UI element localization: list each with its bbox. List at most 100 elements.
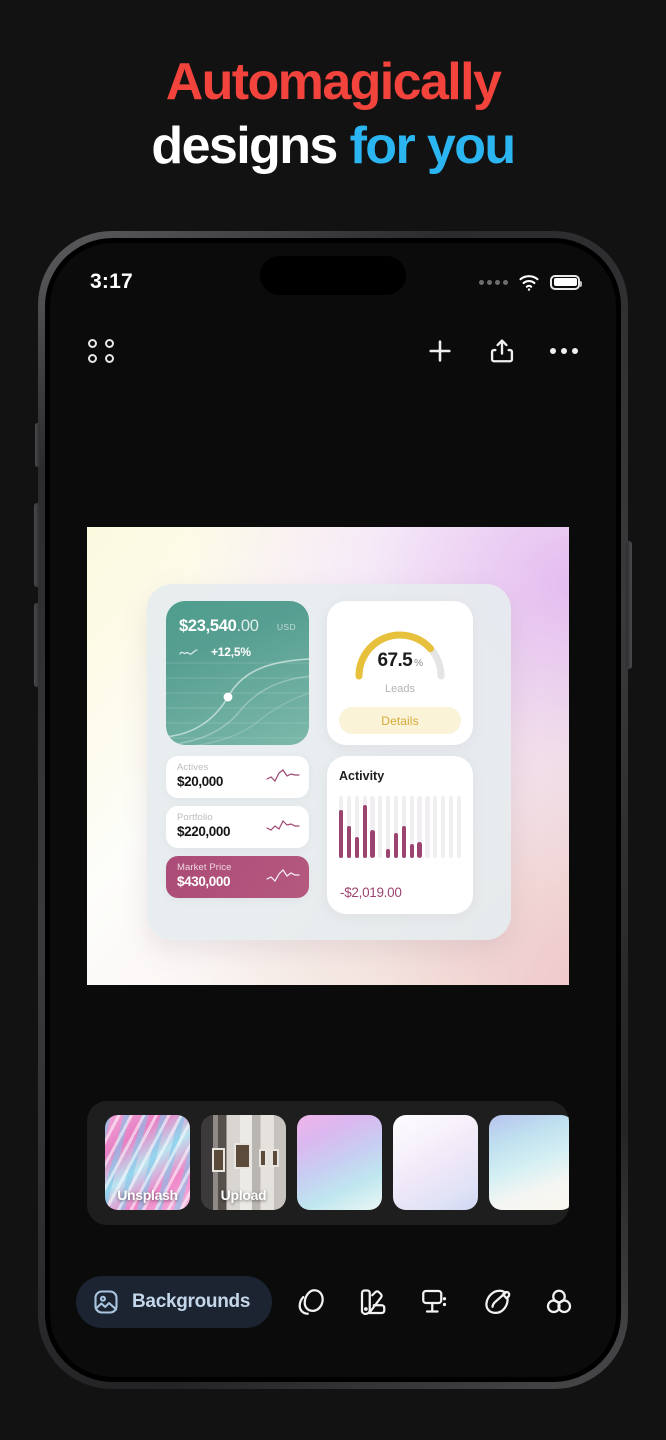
gauge-value: 67.5% (377, 650, 424, 671)
brush-icon[interactable] (482, 1287, 512, 1317)
headline-line-2-blue: for you (349, 117, 517, 175)
image-icon (92, 1288, 120, 1316)
activity-bar-fill (393, 833, 399, 858)
thumbnail-gradient-2[interactable] (393, 1115, 478, 1210)
activity-bar-track (440, 796, 446, 858)
activity-bar-fill (386, 849, 391, 858)
bottom-tab-bar: Backgrounds (50, 1267, 616, 1337)
activity-bar (339, 796, 344, 858)
gauge-label: Leads (385, 683, 415, 695)
activity-bar-track (378, 796, 383, 858)
activity-bar (401, 796, 406, 858)
activity-bar (456, 796, 461, 858)
sparkline-icon (266, 769, 300, 783)
activity-bar (354, 796, 359, 858)
stats-column: Actives $20,000 Portfolio $220,000 Marke… (166, 745, 309, 914)
more-horizontal-icon[interactable] (549, 347, 578, 355)
sparkline-icon (266, 819, 300, 831)
activity-card: Activity -$2,019.00 (327, 756, 473, 914)
power-button[interactable] (626, 541, 632, 669)
balance-card: $23,540.00 USD +12,5% (166, 601, 309, 745)
headline-line-1: Automagically (165, 53, 502, 111)
dashboard-left-column: $23,540.00 USD +12,5% (166, 601, 309, 745)
activity-bar (409, 796, 414, 858)
tab-backgrounds-label: Backgrounds (132, 1291, 251, 1312)
design-canvas[interactable]: $23,540.00 USD +12,5% 67.5 % Leads Detai… (87, 527, 569, 985)
thumbnail-gradient-3[interactable] (489, 1115, 569, 1210)
device-mockup-icon[interactable] (420, 1287, 450, 1317)
activity-bar-track (425, 796, 430, 858)
balance-line-chart (166, 658, 309, 745)
tab-backgrounds[interactable]: Backgrounds (76, 1276, 273, 1328)
activity-bar (433, 796, 438, 858)
tab-bar-items (272, 1287, 590, 1317)
activity-total: -$2,019.00 (340, 885, 402, 900)
activity-bar-fill (401, 825, 406, 858)
wifi-icon (517, 270, 541, 294)
activity-bar (425, 796, 430, 858)
activity-bar-track (448, 796, 454, 858)
dashboard-top-row: $23,540.00 USD +12,5% 67.5 % Leads Detai… (166, 601, 492, 745)
status-clock: 3:17 (90, 270, 133, 293)
activity-column: Activity -$2,019.00 (327, 745, 473, 914)
activity-bar-chart (339, 796, 461, 858)
activity-bar-track (456, 796, 461, 858)
background-thumbnail-strip[interactable]: Unsplash Upload (105, 1115, 569, 1211)
volume-down-button[interactable] (34, 603, 40, 687)
thumbnail-upload[interactable]: Upload (201, 1115, 286, 1210)
activity-bar (346, 796, 352, 858)
activity-bar (386, 796, 391, 858)
balance-currency: USD (276, 622, 296, 632)
plus-icon[interactable] (426, 337, 454, 365)
phone-frame: 3:17 $23,540.00 USD +12,5% 67.5 % Leads … (34, 231, 632, 1389)
headline-line-2: designs for you (0, 120, 666, 172)
dynamic-island (260, 256, 406, 295)
share-icon[interactable] (488, 337, 516, 365)
activity-bar-fill (354, 836, 359, 858)
gallery-picture (259, 1149, 267, 1167)
stat-row-portfolio: Portfolio $220,000 (166, 806, 309, 848)
dashboard-bottom-row: Actives $20,000 Portfolio $220,000 Marke… (166, 745, 492, 914)
promo-headline: Automagically designs for you (0, 56, 666, 172)
activity-bar-fill (339, 809, 344, 858)
activity-bar-track (433, 796, 438, 858)
dashboard-right-column: 67.5% Leads Details (327, 601, 473, 745)
status-indicators (479, 270, 582, 294)
thumbnail-gradient-1[interactable] (297, 1115, 382, 1210)
gallery-picture (271, 1149, 279, 1167)
gallery-picture (212, 1148, 225, 1172)
background-tray[interactable]: Unsplash Upload (87, 1101, 569, 1225)
status-bar: 3:17 (50, 243, 616, 307)
activity-bar-fill (417, 841, 422, 858)
toolbar-actions (426, 337, 578, 365)
thumbnail-label: Unsplash (117, 1187, 178, 1203)
color-swatch-icon[interactable] (358, 1287, 388, 1317)
activity-bar-fill (370, 830, 375, 858)
blob-shapes-icon[interactable] (296, 1287, 326, 1317)
activity-bar-fill (346, 825, 352, 858)
gallery-picture (234, 1143, 251, 1169)
thumbnail-unsplash[interactable]: Unsplash (105, 1115, 190, 1210)
app-toolbar (50, 318, 616, 384)
signal-dots-icon (479, 279, 508, 285)
grid-dots-icon[interactable] (88, 339, 116, 363)
volume-up-button[interactable] (34, 503, 40, 587)
activity-bar (393, 796, 399, 858)
gauge-chart: 67.5% (347, 618, 453, 680)
details-button[interactable]: Details (339, 707, 461, 734)
activity-bar (417, 796, 422, 858)
stat-row-market-price: Market Price $430,000 (166, 856, 309, 898)
silent-switch[interactable] (35, 423, 40, 467)
dashboard-mockup: $23,540.00 USD +12,5% 67.5 % Leads Detai… (147, 584, 511, 940)
headline-line-2-white: designs (151, 117, 350, 175)
activity-bar (448, 796, 454, 858)
stats-list: Actives $20,000 Portfolio $220,000 Marke… (166, 756, 309, 898)
activity-bar (370, 796, 375, 858)
overlap-circles-icon[interactable] (544, 1287, 574, 1317)
battery-icon (550, 274, 582, 290)
phone-bezel: 3:17 $23,540.00 USD +12,5% 67.5 % Leads … (45, 238, 621, 1382)
stat-row-actives: Actives $20,000 (166, 756, 309, 798)
activity-title: Activity (339, 769, 385, 783)
activity-bar (440, 796, 446, 858)
activity-bar-fill (409, 844, 414, 858)
